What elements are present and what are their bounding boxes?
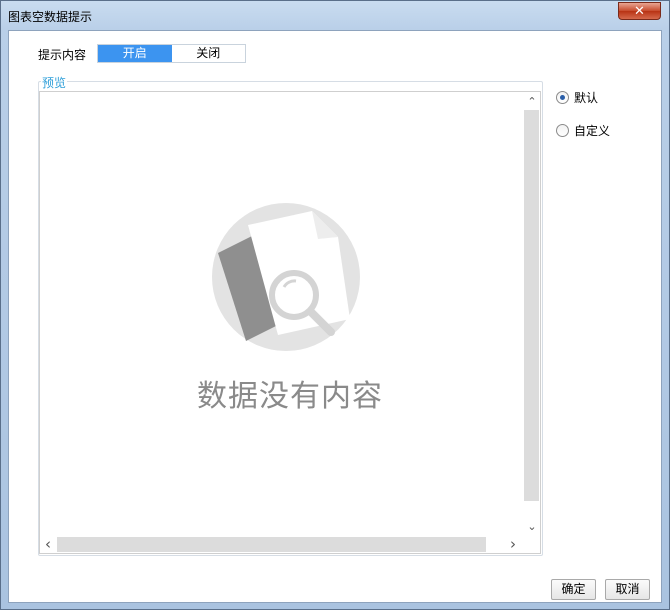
scroll-right-icon[interactable]: › — [505, 536, 521, 552]
radio-custom-option[interactable]: 自定义 — [556, 122, 610, 139]
vertical-scrollbar[interactable]: ⌃ ⌄ — [523, 92, 540, 537]
prompt-toggle: 开启 关闭 — [97, 44, 246, 63]
horizontal-scrollbar[interactable]: ‹ › — [40, 536, 523, 553]
scroll-left-icon[interactable]: ‹ — [40, 536, 56, 552]
title-bar[interactable]: 图表空数据提示 ✕ — [1, 1, 669, 29]
close-button[interactable]: ✕ — [618, 2, 661, 20]
radio-custom-button[interactable] — [556, 124, 569, 137]
close-icon: ✕ — [634, 4, 645, 19]
dialog-window: 图表空数据提示 ✕ 提示内容 开启 关闭 预览 数据没有内容 ⌃ ⌄ ‹ › 默… — [0, 0, 670, 610]
scroll-down-icon[interactable]: ⌄ — [524, 519, 540, 535]
radio-custom-label: 自定义 — [574, 124, 611, 138]
toggle-on-option[interactable]: 开启 — [98, 45, 172, 62]
preview-legend: 预览 — [41, 74, 68, 91]
vertical-scroll-track[interactable] — [524, 110, 539, 501]
empty-data-text: 数据没有内容 — [197, 379, 383, 414]
cancel-button[interactable]: 取消 — [605, 579, 650, 600]
dialog-body: 提示内容 开启 关闭 预览 数据没有内容 ⌃ ⌄ ‹ › 默认 自定义 确定 取… — [8, 30, 662, 603]
preview-pane: 数据没有内容 ⌃ ⌄ ‹ › — [39, 91, 541, 554]
prompt-content-label: 提示内容 — [38, 48, 87, 62]
radio-default-label: 默认 — [574, 91, 599, 105]
ok-button[interactable]: 确定 — [551, 579, 596, 600]
window-title: 图表空数据提示 — [8, 10, 93, 24]
scroll-up-icon[interactable]: ⌃ — [524, 94, 540, 110]
radio-default-button[interactable] — [556, 91, 569, 104]
toggle-off-option[interactable]: 关闭 — [172, 45, 246, 62]
empty-data-illustration — [212, 203, 360, 351]
radio-default-option[interactable]: 默认 — [556, 89, 598, 106]
horizontal-scroll-track[interactable] — [57, 537, 486, 552]
